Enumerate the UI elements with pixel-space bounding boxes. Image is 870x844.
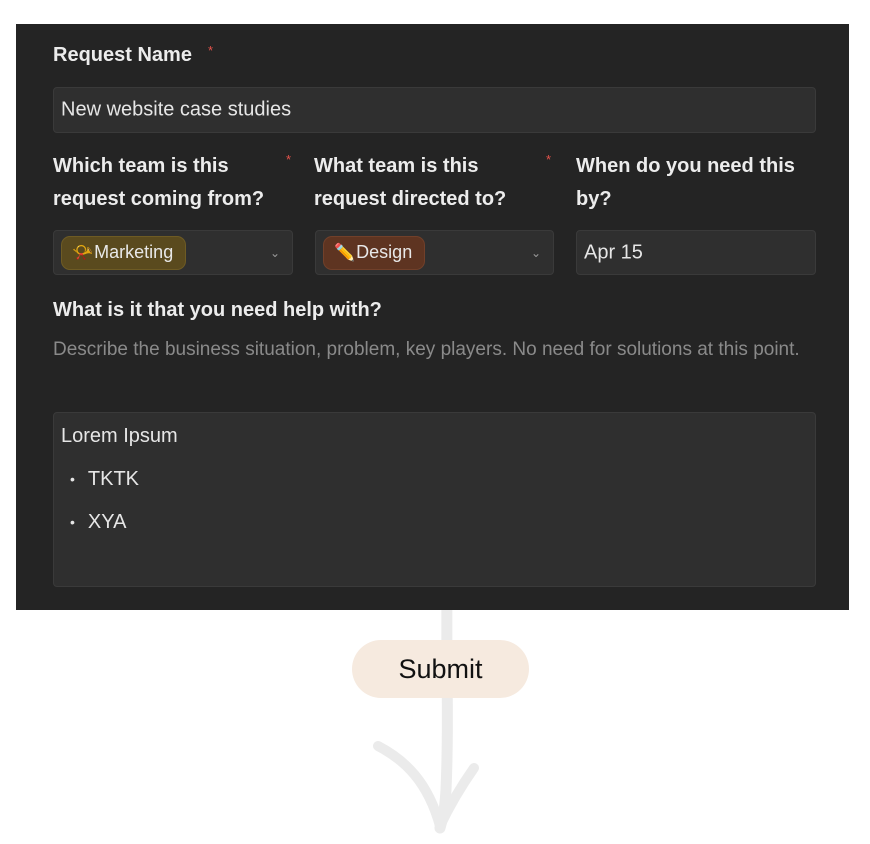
chevron-down-icon: ⌄ (269, 245, 280, 260)
required-asterisk: * (286, 152, 292, 167)
help-paragraph: Lorem Ipsum (61, 425, 178, 447)
due-date-label: When do you need this by? (576, 155, 795, 210)
required-asterisk: * (546, 152, 552, 167)
required-asterisk: * (208, 43, 214, 58)
help-textarea-content: Lorem Ipsum • TKTK • XYA (61, 422, 178, 536)
due-date-value: Apr 15 (584, 241, 643, 263)
request-name-label: Request Name (53, 44, 192, 66)
design-tag: ✏️ Design (323, 235, 426, 270)
design-tag-label: Design (356, 242, 413, 262)
help-description: Describe the business situation, problem… (53, 339, 800, 360)
chevron-down-icon: ⌄ (530, 245, 541, 260)
marketing-tag: 📯 Marketing (61, 235, 187, 270)
to-team-label: What team is this request directed to? (314, 155, 507, 210)
request-name-value: New website case studies (61, 98, 292, 121)
to-team-select[interactable]: ✏️ Design ⌄ (315, 230, 554, 275)
submit-button[interactable]: Submit (352, 640, 529, 698)
request-name-input[interactable]: New website case studies (53, 87, 816, 133)
help-textarea[interactable]: Lorem Ipsum • TKTK • XYA (53, 412, 816, 587)
from-team-select[interactable]: 📯 Marketing ⌄ (53, 230, 293, 275)
request-form-page: Request Name * New website case studies … (0, 0, 870, 844)
from-team-label: Which team is this request coming from? (53, 155, 265, 210)
megaphone-icon: 📯 (72, 242, 94, 262)
marketing-tag-label: Marketing (94, 242, 174, 262)
pencil-icon: ✏️ (334, 242, 356, 262)
request-form: Request Name * New website case studies … (16, 24, 849, 610)
help-label: What is it that you need help with? (53, 299, 382, 321)
help-bullet-list: • TKTK • XYA (61, 465, 178, 536)
due-date-input[interactable]: Apr 15 (576, 230, 816, 275)
list-item: • XYA (70, 511, 127, 533)
list-item: • TKTK (70, 468, 140, 490)
